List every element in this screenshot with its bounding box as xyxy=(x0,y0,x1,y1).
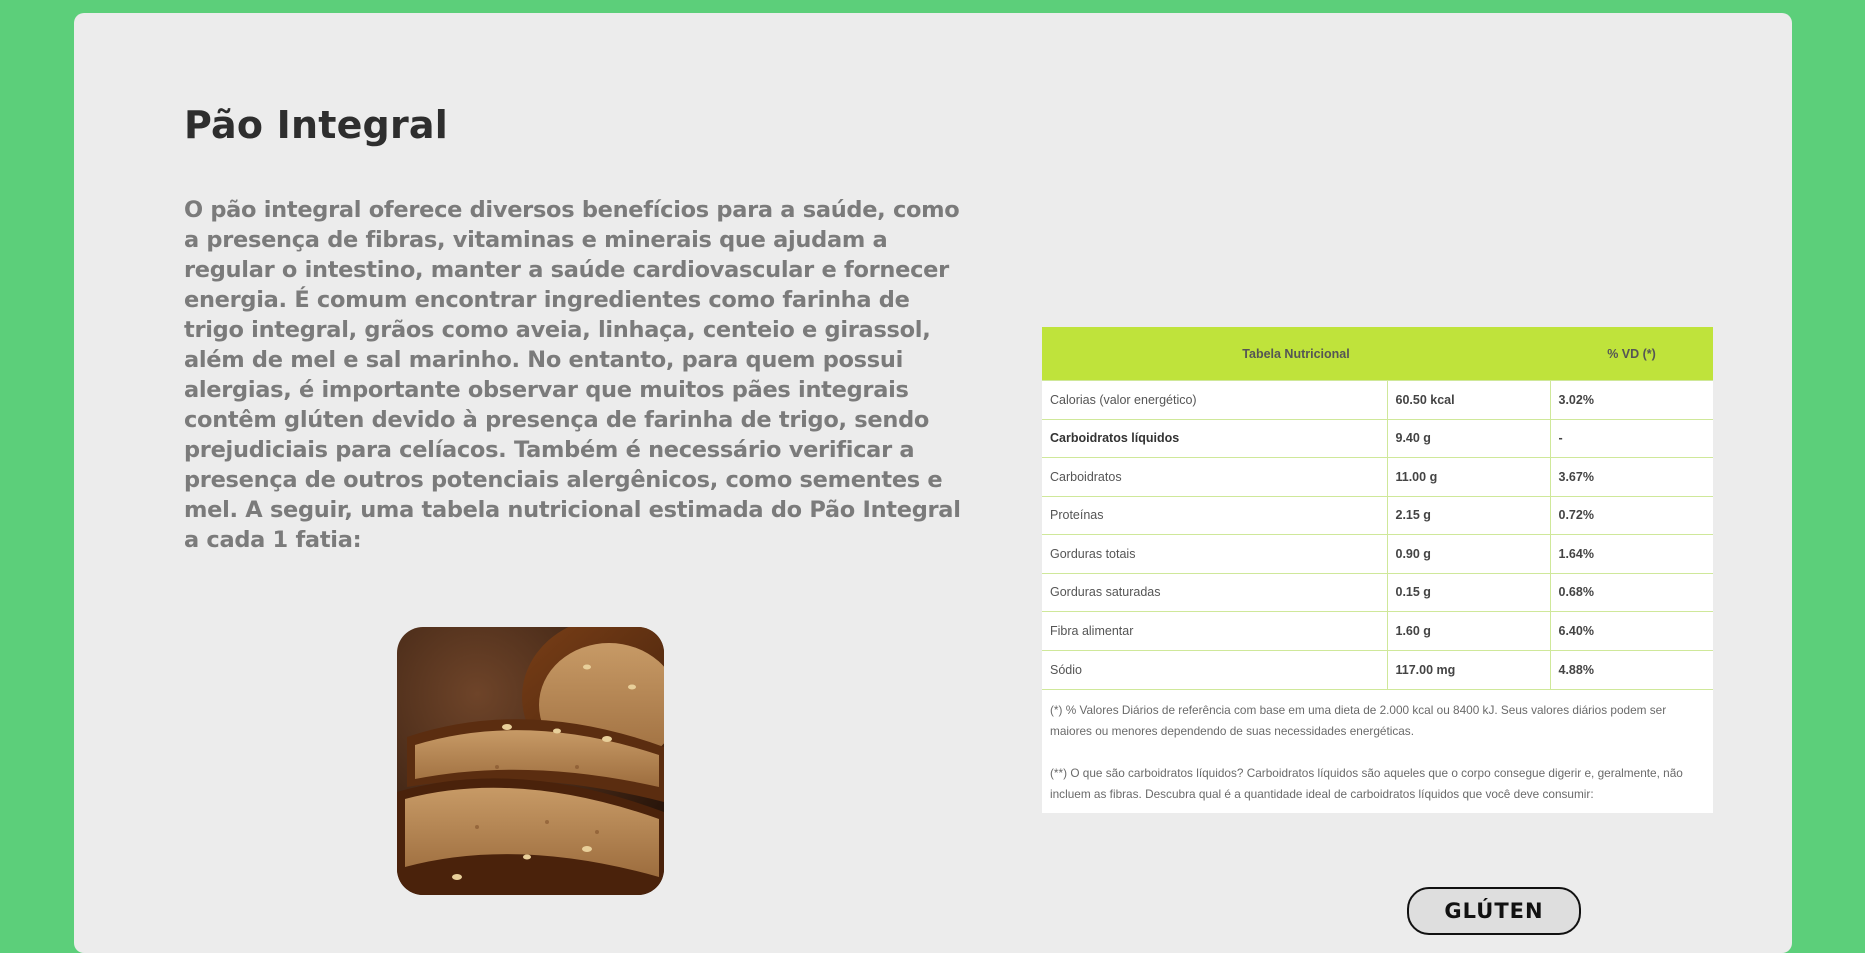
nutrition-header-vd: % VD (*) xyxy=(1550,327,1713,381)
nutrient-amount: 0.15 g xyxy=(1386,572,1550,612)
nutrient-amount: 117.00 mg xyxy=(1386,649,1550,689)
nutrient-amount: 9.40 g xyxy=(1386,418,1550,458)
nutrient-amount: 60.50 kcal xyxy=(1386,380,1550,419)
nutrient-amount: 11.00 g xyxy=(1386,457,1550,496)
gluten-button[interactable]: GLÚTEN xyxy=(1407,887,1581,935)
table-row: Carboidratos 11.00 g 3.67% xyxy=(1042,457,1713,496)
nutrient-vd: 4.88% xyxy=(1549,649,1713,689)
daily-value-note: (*) % Valores Diários de referência com … xyxy=(1050,702,1667,738)
nutrition-notes: (*) % Valores Diários de referência com … xyxy=(1042,688,1713,813)
table-row: Fibra alimentar 1.60 g 6.40% xyxy=(1042,611,1713,650)
nutrient-amount: 2.15 g xyxy=(1386,495,1550,535)
bread-photo xyxy=(397,627,664,895)
table-row: Sódio 117.00 mg 4.88% xyxy=(1042,649,1713,689)
nutrient-vd: - xyxy=(1549,418,1713,458)
page-title: Pão Integral xyxy=(184,103,448,147)
nutrient-name: Fibra alimentar xyxy=(1042,611,1387,650)
nutrient-vd: 6.40% xyxy=(1549,611,1713,650)
nutrient-vd: 3.67% xyxy=(1549,457,1713,496)
table-row: Calorias (valor energético) 60.50 kcal 3… xyxy=(1042,380,1713,419)
nutrition-header-row: Tabela Nutricional % VD (*) xyxy=(1042,327,1713,381)
nutrient-name: Carboidratos xyxy=(1042,457,1387,496)
nutrient-vd: 0.72% xyxy=(1549,495,1713,535)
nutrient-amount: 0.90 g xyxy=(1386,534,1550,573)
nutrition-table: Tabela Nutricional % VD (*) Calorias (va… xyxy=(1042,327,1713,813)
nutrient-name: Proteínas xyxy=(1042,495,1387,535)
nutrient-vd: 0.68% xyxy=(1549,572,1713,612)
nutrient-name: Calorias (valor energético) xyxy=(1042,380,1387,419)
nutrient-name: Gorduras totais xyxy=(1042,534,1387,573)
nutrient-name: Carboidratos líquidos xyxy=(1042,418,1387,458)
content-card: Pão Integral O pão integral oferece dive… xyxy=(74,13,1792,953)
nutrient-amount: 1.60 g xyxy=(1386,611,1550,650)
nutrient-vd: 3.02% xyxy=(1549,380,1713,419)
table-row: Proteínas 2.15 g 0.72% xyxy=(1042,495,1713,535)
table-row: Gorduras saturadas 0.15 g 0.68% xyxy=(1042,572,1713,612)
nutrition-header-title: Tabela Nutricional xyxy=(1042,327,1550,381)
table-row: Gorduras totais 0.90 g 1.64% xyxy=(1042,534,1713,573)
nutrient-name: Gorduras saturadas xyxy=(1042,572,1387,612)
nutrient-name: Sódio xyxy=(1042,649,1387,689)
product-description: O pão integral oferece diversos benefíci… xyxy=(184,197,961,553)
nutrient-vd: 1.64% xyxy=(1549,534,1713,573)
net-carbs-note: (**) O que são carboidratos líquidos? Ca… xyxy=(1050,765,1683,801)
table-row: Carboidratos líquidos 9.40 g - xyxy=(1042,418,1713,458)
